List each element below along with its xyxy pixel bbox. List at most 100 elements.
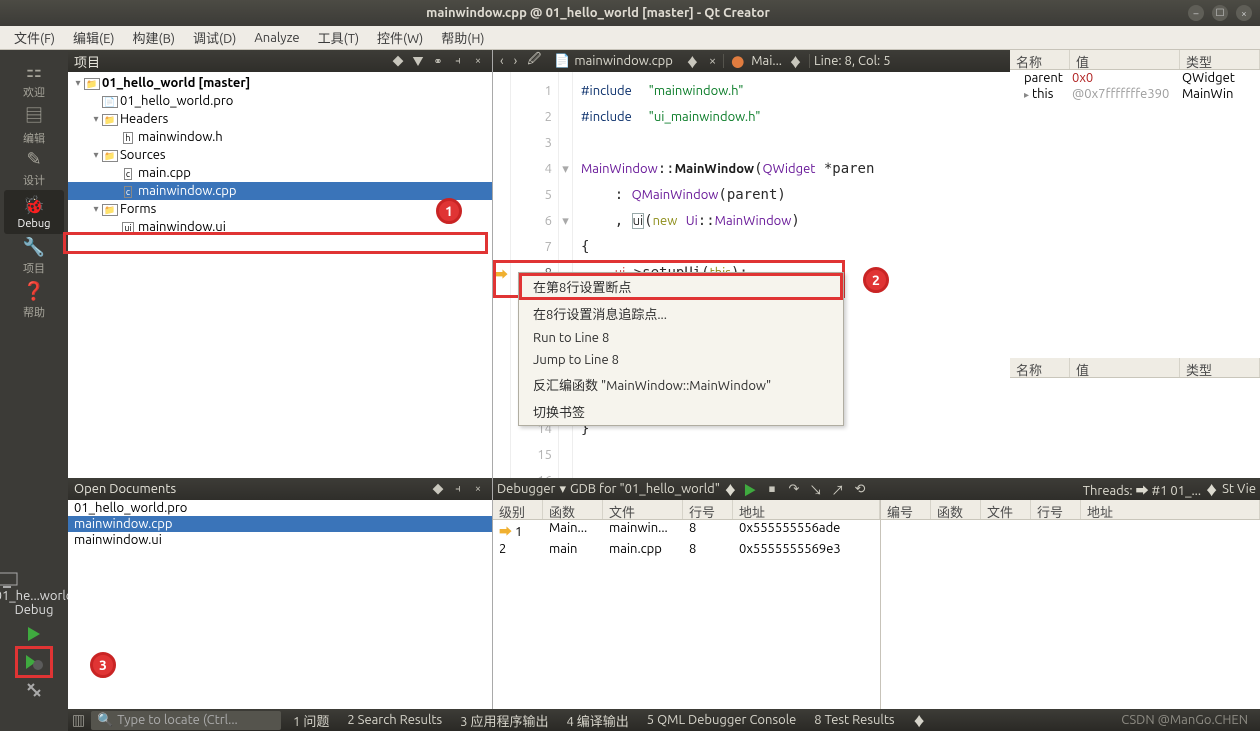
activity-welcome[interactable]: ⚏欢迎 — [4, 58, 64, 102]
tree-item[interactable]: uimainwindow.ui — [68, 218, 492, 236]
menu-widgets[interactable]: 控件(W) — [369, 26, 431, 49]
debug-run-button[interactable] — [20, 651, 48, 673]
tree-item[interactable]: ▾📁Forms — [68, 200, 492, 218]
menu-debug[interactable]: 调试(D) — [185, 26, 244, 49]
state-view[interactable]: St Vie — [1222, 482, 1256, 496]
build-button[interactable] — [20, 679, 48, 701]
ctx-toggle-bookmark[interactable]: 切换书签 — [519, 398, 843, 425]
stack-view[interactable]: 级别 函数 文件 行号 地址 ➡ 1Main...mainwin...80x55… — [493, 500, 880, 709]
restart-icon[interactable]: ⟲ — [851, 480, 869, 498]
locals-row[interactable]: parent0x0QWidget — [1010, 70, 1260, 86]
opendoc-item[interactable]: mainwindow.ui — [68, 532, 492, 548]
threads-view[interactable]: 编号 函数 文件 行号 地址 — [880, 500, 1260, 709]
filter-icon[interactable]: ▼ — [410, 53, 426, 69]
edit-icon: ▤ — [25, 102, 43, 128]
nav-back-icon[interactable]: ‹ — [497, 54, 507, 68]
locals-col-name[interactable]: 名称 — [1010, 50, 1070, 69]
threads-selector[interactable]: Threads: ➡ #1 01_...♦ — [1083, 480, 1218, 499]
editor-tabs: ‹ › 🖉 📄mainwindow.cpp ♦ × ● Mai... ♦ Lin… — [493, 50, 1010, 72]
locals-col-type[interactable]: 类型 — [1180, 50, 1260, 69]
breakpoint-bar[interactable]: ➡ — [493, 72, 511, 478]
tree-item[interactable]: ▾📁01_hello_world [master] — [68, 74, 492, 92]
activity-projects[interactable]: 🔧项目 — [4, 234, 64, 278]
menu-file[interactable]: 文件(F) — [6, 26, 63, 49]
annotation-badge-1: 1 — [436, 198, 462, 224]
monitor-icon — [0, 571, 19, 589]
debugger-target[interactable]: GDB for "01_hello_world"♦ — [570, 480, 737, 499]
activity-edit[interactable]: ▤编辑 — [4, 102, 64, 146]
close-panel-icon[interactable]: × — [470, 53, 486, 69]
menu-tools[interactable]: 工具(T) — [310, 26, 367, 49]
pane-issues[interactable]: 1 问题 — [287, 711, 335, 730]
bookmark-icon[interactable]: 🖉 — [524, 50, 544, 72]
tree-item[interactable]: ▾📁Sources — [68, 146, 492, 164]
ctx-run-to-line[interactable]: Run to Line 8 — [519, 327, 843, 349]
menu-help[interactable]: 帮助(H) — [433, 26, 492, 49]
tab-close-icon[interactable]: × — [706, 54, 719, 68]
ctx-jump-to-line[interactable]: Jump to Line 8 — [519, 349, 843, 371]
stack-frame[interactable]: 2mainmain.cpp80x5555555569e3 — [493, 541, 880, 557]
opendoc-item[interactable]: mainwindow.cpp — [68, 516, 492, 532]
ctx-disassemble[interactable]: 反汇编函数 "MainWindow::MainWindow" — [519, 371, 843, 398]
stack-frame[interactable]: ➡ 1Main...mainwin...80x555555556ade — [493, 520, 880, 541]
debug-continue-icon[interactable]: ▶ — [741, 480, 759, 498]
ctx-set-breakpoint[interactable]: 在第8行设置断点 — [519, 273, 843, 300]
output-dropdown-icon[interactable]: ♦ — [907, 711, 932, 730]
activity-debug[interactable]: 🐞Debug — [4, 190, 64, 234]
split-icon[interactable]: ⫞ — [450, 53, 466, 69]
bug-icon: 🐞 — [23, 195, 45, 216]
step-into-icon[interactable]: ↘ — [807, 480, 825, 498]
project-title: 项目 — [74, 52, 386, 71]
locals-col-value[interactable]: 值 — [1070, 50, 1180, 69]
close-panel-icon[interactable]: × — [470, 481, 486, 497]
tree-item[interactable]: ▾📁Headers — [68, 110, 492, 128]
locator-input[interactable]: 🔍Type to locate (Ctrl... — [91, 711, 281, 730]
link-icon[interactable]: ⚭ — [430, 53, 446, 69]
project-tree[interactable]: ▾📁01_hello_world [master]📄01_hello_world… — [68, 72, 492, 478]
window-title: mainwindow.cpp @ 01_hello_world [master]… — [8, 6, 1188, 20]
sidebar-toggle-icon[interactable]: ▥ — [72, 711, 85, 730]
expressions-body[interactable] — [1010, 378, 1260, 478]
maximize-button[interactable]: ☐ — [1212, 5, 1228, 21]
pane-appoutput[interactable]: 3 应用程序输出 — [454, 711, 554, 730]
opendoc-item[interactable]: 01_hello_world.pro — [68, 500, 492, 516]
line-col[interactable]: Line: 8, Col: 5 — [814, 54, 891, 68]
wrench-icon: 🔧 — [23, 237, 45, 258]
menu-edit[interactable]: 编辑(E) — [65, 26, 122, 49]
ctx-set-tracepoint[interactable]: 在8行设置消息追踪点... — [519, 300, 843, 327]
menu-build[interactable]: 构建(B) — [125, 26, 183, 49]
tree-item[interactable]: hmainwindow.h — [68, 128, 492, 146]
tree-item[interactable]: cmain.cpp — [68, 164, 492, 182]
step-out-icon[interactable]: ↗ — [829, 480, 847, 498]
tab-dropdown-icon[interactable]: ♦ — [683, 52, 702, 71]
debugger-panel: Debugger▾ GDB for "01_hello_world"♦ ▶ ⏹ … — [493, 478, 1260, 709]
grid-icon: ⚏ — [26, 61, 42, 82]
debug-stop-icon[interactable]: ⏹ — [763, 480, 781, 498]
tree-item[interactable]: 📄01_hello_world.pro — [68, 92, 492, 110]
split-icon[interactable]: ⫞ — [450, 481, 466, 497]
pane-compile[interactable]: 4 编译输出 — [560, 711, 634, 730]
debugger-label: Debugger▾ — [497, 482, 566, 497]
run-button[interactable] — [20, 623, 48, 645]
pane-tests[interactable]: 8 Test Results — [808, 713, 900, 727]
step-over-icon[interactable]: ↷ — [785, 480, 803, 498]
search-icon: 🔍 — [97, 713, 113, 728]
menu-analyze[interactable]: Analyze — [246, 29, 307, 47]
pane-search[interactable]: 2 Search Results — [341, 713, 448, 727]
activity-bar: ⚏欢迎 ▤编辑 ✎设计 🐞Debug 🔧项目 ❓帮助 01_he...world… — [0, 50, 68, 709]
tab-file[interactable]: 📄mainwindow.cpp — [548, 54, 679, 69]
tree-item[interactable]: cmainwindow.cpp — [68, 182, 492, 200]
nav-fwd-icon[interactable]: › — [511, 54, 521, 68]
activity-design[interactable]: ✎设计 — [4, 146, 64, 190]
symbol-name[interactable]: Mai... — [751, 54, 782, 68]
dropdown-icon[interactable]: ◆ — [430, 481, 446, 497]
dropdown-icon[interactable]: ◆ — [390, 53, 406, 69]
pane-qml[interactable]: 5 QML Debugger Console — [641, 713, 803, 727]
open-documents-list[interactable]: 01_hello_world.promainwindow.cppmainwind… — [68, 500, 492, 709]
close-button[interactable]: × — [1236, 5, 1252, 21]
locals-row[interactable]: ▸ this@0x7fffffffe390MainWin — [1010, 86, 1260, 102]
kit-selector[interactable]: 01_he...world Debug — [0, 571, 73, 617]
activity-help[interactable]: ❓帮助 — [4, 278, 64, 322]
minimize-button[interactable]: – — [1188, 5, 1204, 21]
symbol-icon[interactable]: ● — [728, 52, 747, 71]
